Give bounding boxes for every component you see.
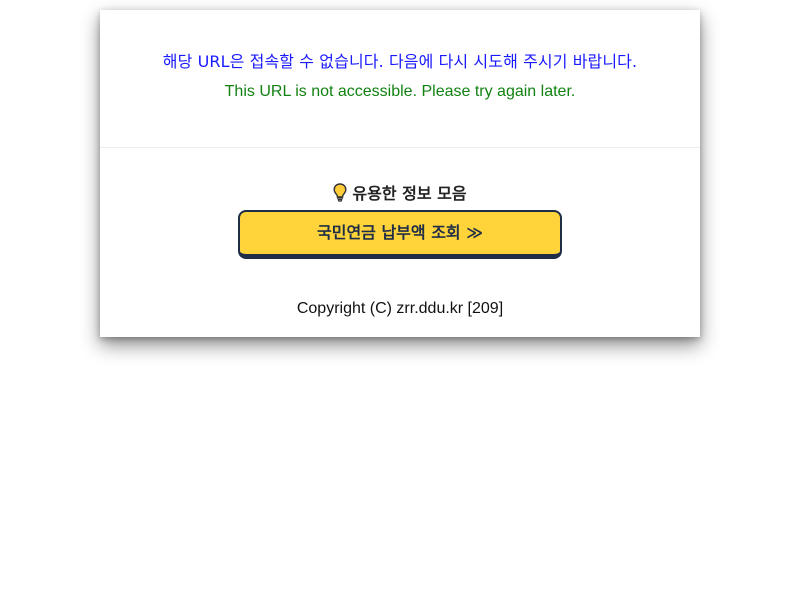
info-title-text: 유용한 정보 모음 (352, 184, 467, 203)
divider (100, 147, 700, 148)
lightbulb-icon (333, 183, 347, 206)
notice-card: 해당 URL은 접속할 수 없습니다. 다음에 다시 시도해 주시기 바랍니다.… (100, 10, 700, 337)
error-message-english: This URL is not accessible. Please try a… (224, 83, 576, 100)
pension-lookup-button[interactable]: 국민연금 납부액 조회 ≫ (238, 210, 562, 259)
copyright-text: Copyright (C) zrr.ddu.kr [209] (296, 300, 504, 317)
info-section-title: 유용한 정보 모음 (100, 180, 700, 206)
error-message-korean: 해당 URL은 접속할 수 없습니다. 다음에 다시 시도해 주시기 바랍니다. (162, 52, 638, 71)
